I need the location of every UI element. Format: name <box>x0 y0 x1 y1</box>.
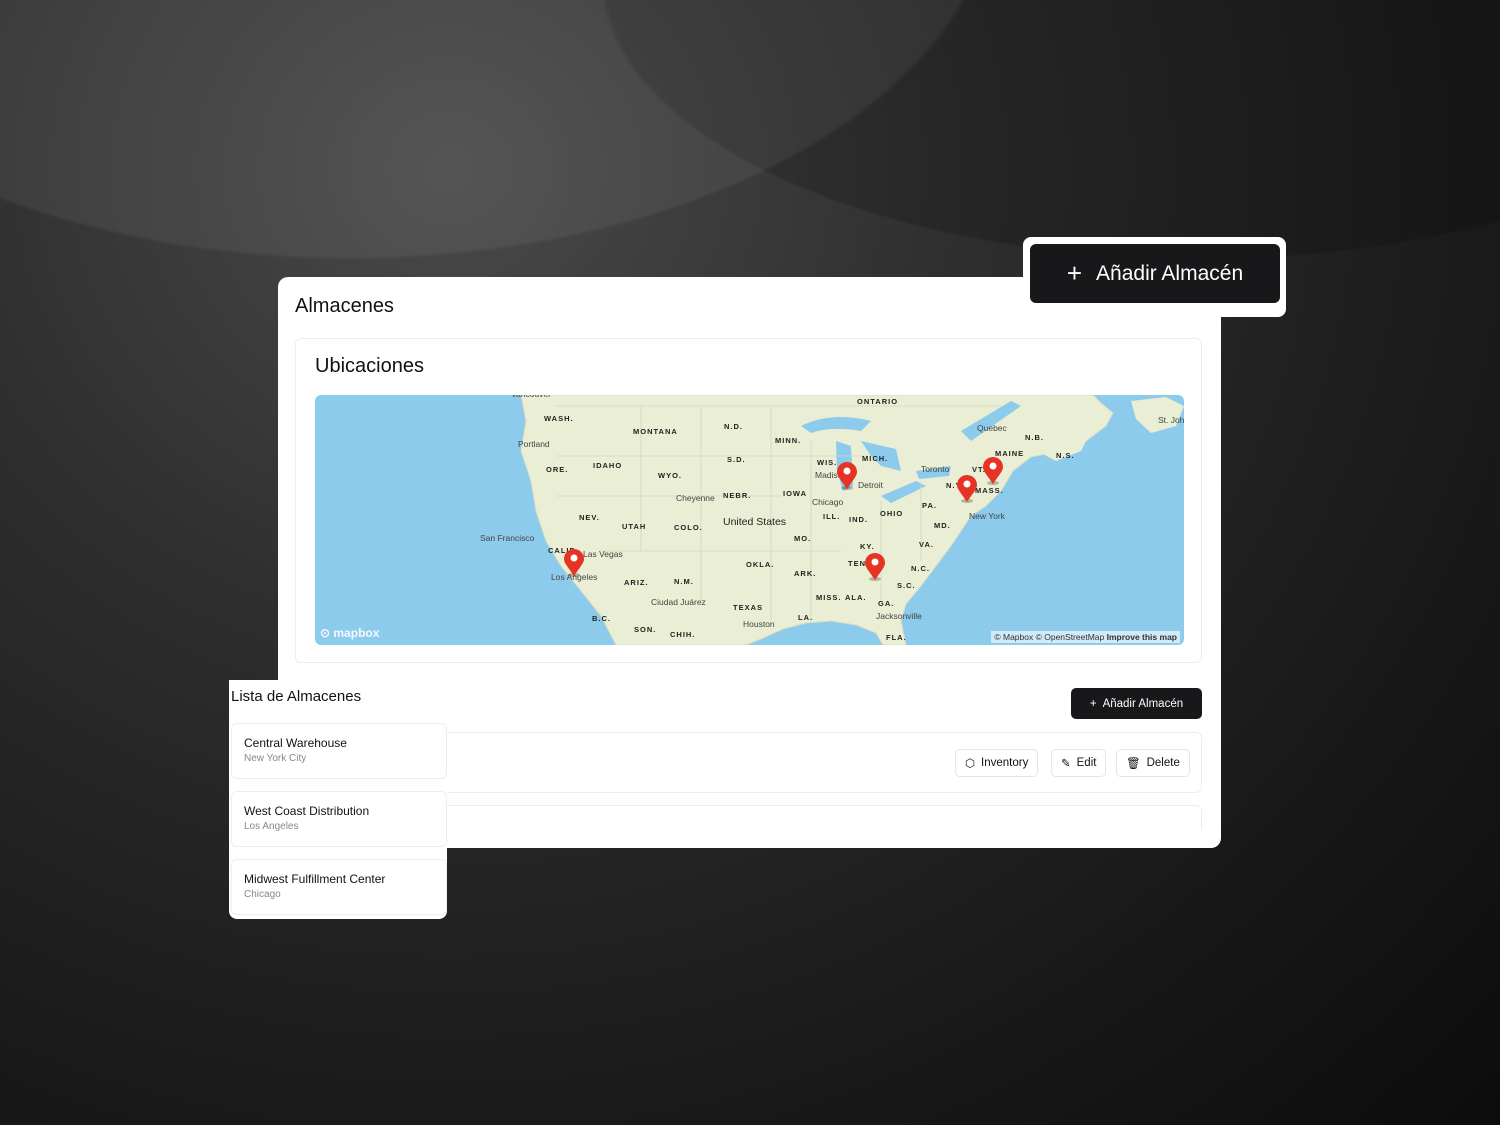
region-label: N.C. <box>911 564 930 573</box>
region-label: ORE. <box>546 465 569 474</box>
delete-label: Delete <box>1146 757 1180 769</box>
region-label: NEV. <box>579 513 600 522</box>
map-pin-icon[interactable] <box>564 549 584 577</box>
region-label: IOWA <box>783 489 807 498</box>
warehouse-list: Lista de Almacenes Central Warehouse New … <box>229 680 447 919</box>
region-label: MO. <box>794 534 812 543</box>
edit-icon: ✎ <box>1061 758 1071 770</box>
city-label: New York <box>969 511 1005 521</box>
region-label: OHIO <box>880 509 904 518</box>
region-label: ONTARIO <box>857 397 899 406</box>
region-label: WIS. <box>817 458 838 467</box>
map-pin-icon[interactable] <box>957 475 977 503</box>
city-label: Houston <box>743 619 775 629</box>
list-item[interactable]: Midwest Fulfillment Center Chicago <box>231 859 447 915</box>
region-label: N.B. <box>1025 433 1044 442</box>
region-label: UTAH <box>622 522 647 531</box>
region-label: PA. <box>922 501 937 510</box>
add-warehouse-large-label: Añadir Almacén <box>1096 261 1244 285</box>
city-label: Cheyenne <box>676 493 715 503</box>
item-city: Los Angeles <box>244 821 299 832</box>
city-label: Chicago <box>812 497 844 507</box>
city-label: Vancouver <box>511 395 551 399</box>
item-name: West Coast Distribution <box>244 804 370 818</box>
package-icon: ⬡ <box>965 758 976 770</box>
city-label: Toronto <box>921 464 950 474</box>
region-label: N.M. <box>674 577 694 586</box>
region-label: B.C. <box>592 614 611 623</box>
region-label: IND. <box>849 515 868 524</box>
add-warehouse-button-large[interactable]: + Añadir Almacén <box>1030 244 1280 303</box>
item-city: Chicago <box>244 889 281 900</box>
add-warehouse-label: Añadir Almacén <box>1102 697 1184 710</box>
region-label: TEXAS <box>733 603 764 612</box>
city-label: Jacksonville <box>876 611 922 621</box>
map-pin-icon[interactable] <box>865 553 885 581</box>
inventory-button[interactable]: ⬡ Inventory <box>955 749 1039 777</box>
city-label: Las Vegas <box>583 549 623 559</box>
region-label: COLO. <box>674 523 703 532</box>
region-label: N.D. <box>724 422 743 431</box>
region-label: S.D. <box>727 455 746 464</box>
trash-icon: 🗑 <box>1126 758 1141 770</box>
improve-map-link[interactable]: Improve this map <box>1107 632 1177 642</box>
mapbox-logo-text: mapbox <box>333 626 380 640</box>
map-pin-icon[interactable] <box>983 457 1003 485</box>
add-warehouse-callout: + Añadir Almacén <box>1023 237 1286 317</box>
region-label: N.S. <box>1056 451 1075 460</box>
region-label: ALA. <box>845 593 867 602</box>
region-label: LA. <box>798 613 814 622</box>
inventory-label: Inventory <box>981 757 1029 769</box>
mapbox-logo[interactable]: ⊙ mapbox <box>320 626 379 640</box>
page-title: Almacenes <box>295 295 394 317</box>
country-label: United States <box>723 516 787 528</box>
list-item[interactable]: West Coast Distribution Los Angeles <box>231 791 447 847</box>
list-item[interactable]: Central Warehouse New York City <box>231 723 447 779</box>
region-label: KY. <box>860 542 875 551</box>
warehouse-map[interactable]: ONTARIO WASH. MONTANA N.D. MINN. IDAHO ORE. WYO… <box>315 395 1184 645</box>
region-label: ARK. <box>794 569 817 578</box>
item-name: Midwest Fulfillment Center <box>244 872 386 886</box>
region-label: MASS. <box>975 486 1004 495</box>
item-name: Central Warehouse <box>244 736 347 750</box>
region-label: NEBR. <box>723 491 752 500</box>
map-pin-icon[interactable] <box>837 462 857 490</box>
delete-button[interactable]: 🗑 Delete <box>1116 749 1190 777</box>
region-label: MONTANA <box>633 427 678 436</box>
city-label: San Francisco <box>480 533 535 543</box>
region-label: OKLA. <box>746 560 775 569</box>
city-label: St. John's <box>1158 415 1184 425</box>
city-label: Ciudad Juárez <box>651 597 706 607</box>
city-label: Portland <box>518 439 550 449</box>
item-city: New York City <box>244 753 307 764</box>
locations-title: Ubicaciones <box>315 355 424 377</box>
region-label: ARIZ. <box>624 578 649 587</box>
region-label: MINN. <box>775 436 802 445</box>
map-attribution[interactable]: © Mapbox © OpenStreetMap Improve this ma… <box>991 631 1180 643</box>
attribution-text[interactable]: © Mapbox © OpenStreetMap <box>994 632 1104 642</box>
edit-button[interactable]: ✎ Edit <box>1051 749 1107 777</box>
plus-icon: + <box>1066 258 1083 288</box>
region-label: MISS. <box>816 593 842 602</box>
region-label: VA. <box>919 540 934 549</box>
city-label: Quebec <box>977 423 1007 433</box>
edit-label: Edit <box>1076 757 1097 769</box>
region-label: S.C. <box>897 581 916 590</box>
region-label: WASH. <box>544 414 574 423</box>
region-label: IDAHO <box>593 461 623 470</box>
region-label: CHIH. <box>670 630 696 639</box>
list-title: Lista de Almacenes <box>231 688 362 705</box>
region-label: SON. <box>634 625 657 634</box>
region-label: ILL. <box>823 512 841 521</box>
region-label: FLA. <box>886 633 907 642</box>
city-label: Detroit <box>858 480 884 490</box>
region-label: GA. <box>878 599 895 608</box>
plus-icon: + <box>1089 697 1097 710</box>
region-label: WYO. <box>658 471 682 480</box>
add-warehouse-button[interactable]: + Añadir Almacén <box>1071 688 1202 719</box>
locations-panel: Ubicaciones ONTARIO WASH. MONTANA N.D. M… <box>295 338 1202 663</box>
region-label: MICH. <box>862 454 889 463</box>
region-label: MD. <box>934 521 951 530</box>
